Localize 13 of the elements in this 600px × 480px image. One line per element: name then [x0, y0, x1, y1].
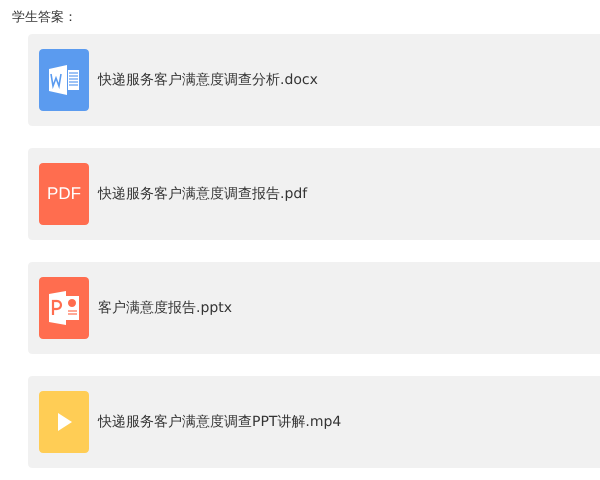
- file-name[interactable]: 快递服务客户满意度调查分析.docx: [98, 71, 318, 89]
- file-card[interactable]: PDF 快递服务客户满意度调查报告.pdf: [28, 148, 600, 240]
- file-card[interactable]: 快递服务客户满意度调查分析.docx: [28, 34, 600, 126]
- file-name[interactable]: 客户满意度报告.pptx: [98, 299, 232, 317]
- pdf-icon: PDF: [39, 163, 89, 225]
- file-name[interactable]: 快递服务客户满意度调查PPT讲解.mp4: [98, 413, 342, 431]
- file-card[interactable]: 快递服务客户满意度调查PPT讲解.mp4: [28, 376, 600, 468]
- section-label: 学生答案：: [11, 9, 78, 27]
- presentation-icon: [39, 277, 89, 339]
- play-icon: [39, 391, 89, 453]
- file-name[interactable]: 快递服务客户满意度调查报告.pdf: [98, 185, 308, 203]
- word-document-icon: [39, 49, 89, 111]
- file-card[interactable]: 客户满意度报告.pptx: [28, 262, 600, 354]
